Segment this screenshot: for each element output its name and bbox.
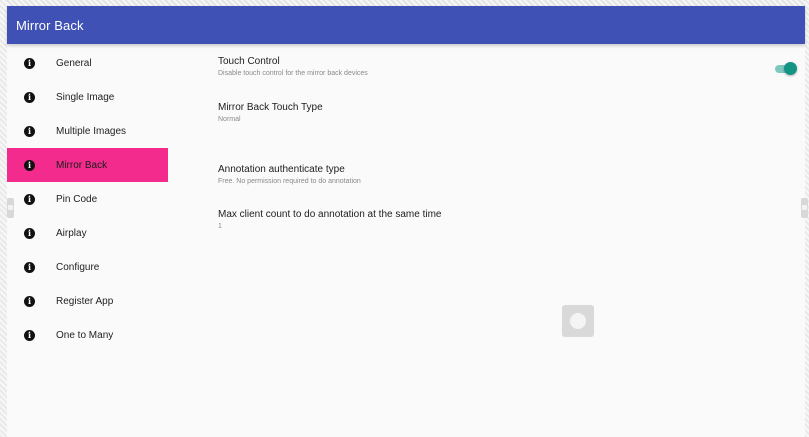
pref-summary: Disable touch control for the mirror bac… bbox=[218, 70, 368, 77]
info-icon: i bbox=[24, 329, 35, 341]
sidebar-item-multiple-images[interactable]: i Multiple Images bbox=[7, 114, 168, 148]
info-icon: i bbox=[24, 295, 35, 307]
handle-grip-icon bbox=[802, 205, 807, 210]
pref-title: Max client count to do annotation at the… bbox=[218, 209, 442, 220]
info-icon: i bbox=[24, 125, 35, 137]
sidebar-item-configure[interactable]: i Configure bbox=[7, 250, 168, 284]
sidebar-item-one-to-many[interactable]: i One to Many bbox=[7, 318, 168, 352]
pref-annotation-authenticate-type[interactable]: Annotation authenticate type Free. No pe… bbox=[218, 164, 778, 185]
sidebar-item-label: Multiple Images bbox=[56, 125, 127, 137]
sidebar-item-general[interactable]: i General bbox=[7, 46, 168, 80]
left-drawer-handle[interactable] bbox=[7, 198, 14, 218]
pref-title: Mirror Back Touch Type bbox=[218, 102, 323, 113]
sidebar-item-label: Register App bbox=[56, 295, 114, 307]
pref-summary: Free. No permission required to do annot… bbox=[218, 178, 361, 185]
pref-title: Annotation authenticate type bbox=[218, 164, 345, 175]
sidebar-item-register-app[interactable]: i Register App bbox=[7, 284, 168, 318]
sidebar-item-label: General bbox=[56, 57, 92, 69]
circle-icon bbox=[570, 313, 586, 329]
right-edge bbox=[805, 0, 809, 437]
sidebar-item-label: Pin Code bbox=[56, 193, 98, 205]
app-bar: Mirror Back bbox=[7, 6, 805, 44]
sidebar-item-label: Configure bbox=[56, 261, 100, 273]
pref-mirror-back-touch-type[interactable]: Mirror Back Touch Type Normal bbox=[218, 102, 778, 123]
info-icon: i bbox=[24, 91, 35, 103]
sidebar-item-label: Mirror Back bbox=[56, 159, 108, 171]
pref-touch-control[interactable]: Touch Control Disable touch control for … bbox=[218, 56, 778, 77]
info-icon: i bbox=[24, 261, 35, 273]
info-icon: i bbox=[24, 193, 35, 205]
pref-max-client-count[interactable]: Max client count to do annotation at the… bbox=[218, 209, 778, 230]
sidebar-item-mirror-back[interactable]: i Mirror Back bbox=[7, 148, 168, 182]
touch-control-toggle[interactable] bbox=[775, 62, 797, 76]
right-drawer-handle[interactable] bbox=[801, 198, 808, 218]
app-window: Mirror Back i General i Single Image i M… bbox=[0, 0, 809, 437]
pref-summary: Normal bbox=[218, 116, 241, 123]
info-icon: i bbox=[24, 159, 35, 171]
floating-assist-button[interactable] bbox=[562, 305, 594, 337]
info-icon: i bbox=[24, 227, 35, 239]
sidebar-item-label: Airplay bbox=[56, 227, 87, 239]
toggle-thumb bbox=[784, 62, 797, 75]
sidebar-item-pin-code[interactable]: i Pin Code bbox=[7, 182, 168, 216]
sidebar-item-airplay[interactable]: i Airplay bbox=[7, 216, 168, 250]
pref-summary: 1 bbox=[218, 223, 222, 230]
handle-grip-icon bbox=[8, 205, 13, 210]
app-title: Mirror Back bbox=[16, 18, 84, 33]
settings-sidebar: i General i Single Image i Multiple Imag… bbox=[7, 46, 168, 352]
sidebar-item-label: Single Image bbox=[56, 91, 115, 103]
sidebar-item-single-image[interactable]: i Single Image bbox=[7, 80, 168, 114]
left-edge bbox=[0, 0, 7, 437]
sidebar-item-label: One to Many bbox=[56, 329, 114, 341]
info-icon: i bbox=[24, 57, 35, 69]
pref-title: Touch Control bbox=[218, 56, 280, 67]
